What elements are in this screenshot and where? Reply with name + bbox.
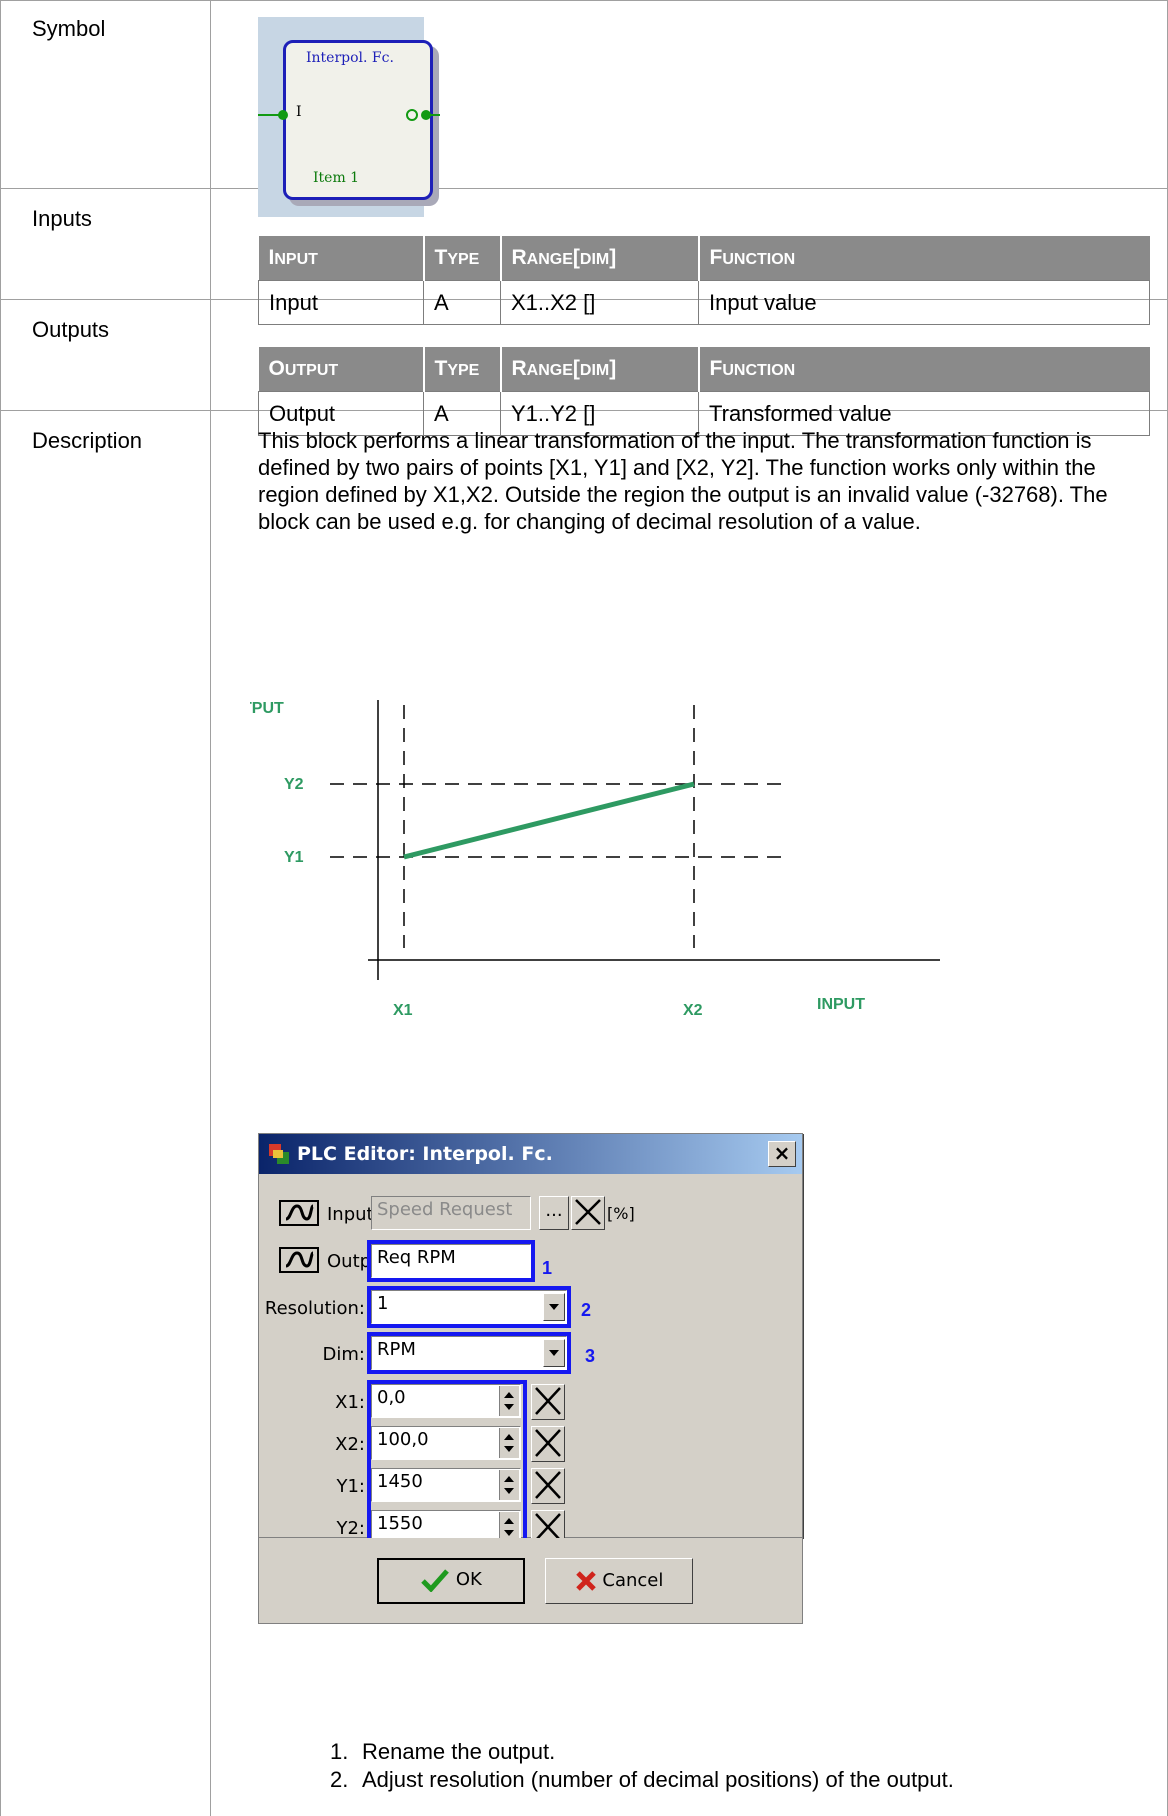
browse-button[interactable]: ... <box>539 1196 569 1230</box>
clear-icon <box>535 1387 561 1415</box>
input-field[interactable]: Speed Request <box>371 1196 531 1230</box>
list-item: 2. Adjust resolution (number of decimal p… <box>330 1767 954 1792</box>
checkmark-icon <box>421 1569 450 1593</box>
table-border-top <box>0 0 1168 1</box>
dialog-title: PLC Editor: Interpol. Fc. <box>297 1143 553 1165</box>
header-output: OUTPUT <box>258 347 425 392</box>
y-axis-label: OUTPUT <box>250 700 284 717</box>
unit-label: [%] <box>607 1204 635 1223</box>
callout-number: 2 <box>581 1300 592 1320</box>
cell-type: A <box>423 280 501 325</box>
cancel-label: Cancel <box>602 1570 664 1591</box>
transform-line <box>403 781 695 860</box>
instruction-list: 1. Rename the output. 2. Adjust resolution… <box>330 1738 954 1794</box>
dialog-title-bar[interactable]: PLC Editor: Interpol. Fc. × <box>259 1134 802 1174</box>
y2-label: Y2: <box>336 1518 365 1539</box>
callout-highlight <box>367 1380 527 1550</box>
y1-label: Y1: <box>336 1476 365 1497</box>
close-button[interactable]: × <box>768 1141 796 1167</box>
clear-icon <box>575 1199 601 1225</box>
outputs-table: OUTPUT TYPE RANGE[DIM] FUNCTION Output A… <box>258 347 1150 436</box>
clear-x2-button[interactable] <box>531 1426 565 1462</box>
x2-label: X2 <box>683 1002 703 1019</box>
output-pin-circle <box>406 109 418 121</box>
table-border-left <box>0 0 1 1816</box>
y2-label: Y2 <box>284 776 304 793</box>
dim-label: Dim: <box>322 1344 365 1365</box>
clear-icon <box>535 1429 561 1457</box>
cell-range: X1..X2 [] <box>500 280 699 325</box>
header-type: TYPE <box>423 347 502 392</box>
cancel-button[interactable]: Cancel <box>545 1558 693 1604</box>
row-divider <box>0 188 1168 189</box>
y1-label: Y1 <box>284 849 304 866</box>
block-symbol-title: Interpol. Fc. <box>306 50 394 66</box>
callout-highlight <box>367 1286 571 1328</box>
app-icon <box>269 1144 289 1164</box>
clear-icon <box>535 1471 561 1499</box>
description-text: This block performs a linear transformat… <box>258 428 1108 534</box>
transformation-diagram: OUTPUT Y2 Y1 X1 X2 INPUT <box>250 700 940 1019</box>
header-function: FUNCTION <box>698 236 1150 281</box>
block-symbol-input-pin-label: I <box>296 104 302 120</box>
ok-label: OK <box>455 1569 482 1590</box>
table-header-row: OUTPUT TYPE RANGE[DIM] FUNCTION <box>258 347 1150 392</box>
x2-label: X2: <box>335 1434 365 1455</box>
callout-highlight <box>367 1240 535 1282</box>
x1-label: X1 <box>393 1002 413 1019</box>
header-function: FUNCTION <box>698 347 1150 392</box>
clear-y1-button[interactable] <box>531 1468 565 1504</box>
row-label-inputs: Inputs <box>32 206 92 231</box>
callout-highlight <box>367 1332 571 1374</box>
ok-button[interactable]: OK <box>377 1558 525 1604</box>
header-range: RANGE[DIM] <box>500 347 700 392</box>
plc-editor-dialog: PLC Editor: Interpol. Fc. × Input: Speed… <box>258 1133 803 1550</box>
output-pin-wire <box>428 114 440 116</box>
analog-signal-icon <box>279 1200 319 1226</box>
row-label-outputs: Outputs <box>32 317 110 342</box>
cancel-x-icon <box>575 1571 596 1591</box>
clear-input-button[interactable] <box>571 1196 605 1230</box>
list-item: 1. Rename the output. <box>330 1739 556 1764</box>
x1-label: X1: <box>335 1392 365 1413</box>
row-label-symbol: Symbol <box>32 16 106 41</box>
inputs-table: INPUT TYPE RANGE[DIM] FUNCTION Input A X… <box>258 236 1150 325</box>
cell-name: Input <box>258 280 424 325</box>
input-pin-dot <box>278 110 288 120</box>
block-symbol-item: Item 1 <box>313 170 360 186</box>
cell-function: Input value <box>698 280 1150 325</box>
callout-number: 1 <box>542 1258 553 1278</box>
row-label-description: Description <box>32 428 143 453</box>
column-divider <box>210 0 211 1816</box>
table-header-row: INPUT TYPE RANGE[DIM] FUNCTION <box>258 236 1150 281</box>
header-input: INPUT <box>258 236 425 281</box>
analog-signal-icon <box>279 1247 319 1273</box>
resolution-label: Resolution: <box>264 1298 365 1319</box>
header-type: TYPE <box>423 236 502 281</box>
dialog-button-area: OK Cancel <box>258 1538 803 1624</box>
callout-number: 3 <box>585 1346 596 1366</box>
x-axis-label: INPUT <box>817 996 865 1013</box>
clear-x1-button[interactable] <box>531 1384 565 1420</box>
header-range: RANGE[DIM] <box>500 236 700 281</box>
table-row: Input A X1..X2 [] Input value <box>258 280 1150 325</box>
